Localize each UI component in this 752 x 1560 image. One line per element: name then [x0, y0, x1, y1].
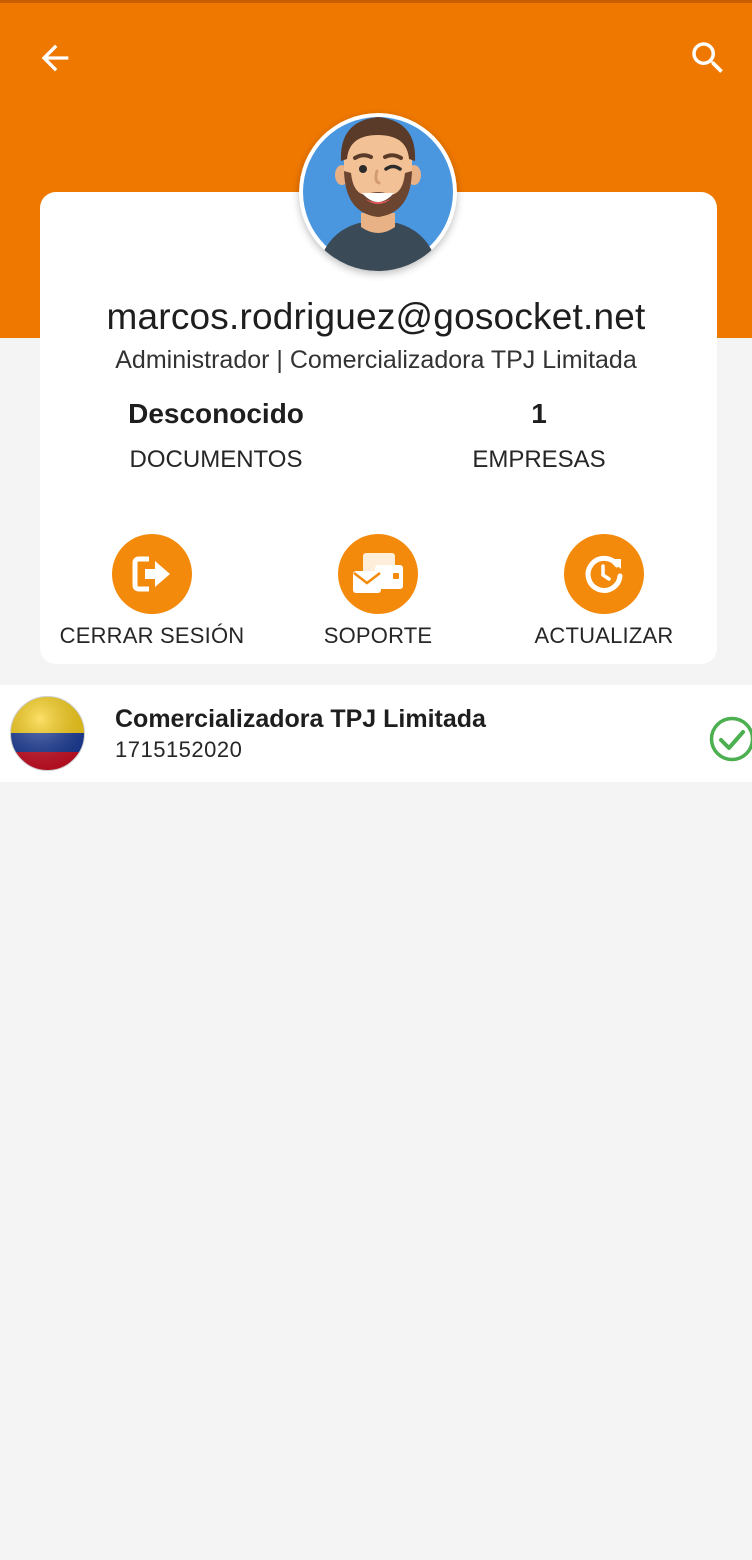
- avatar[interactable]: [299, 113, 457, 271]
- refresh-button[interactable]: ACTUALIZAR: [494, 534, 714, 654]
- support-mail-icon: [353, 553, 403, 593]
- refresh-clock-icon: [585, 555, 623, 593]
- support-label: SOPORTE: [323, 623, 433, 648]
- refresh-circle[interactable]: [564, 534, 644, 614]
- company-id: 1715152020: [115, 737, 243, 762]
- companies-count: 1: [531, 398, 547, 429]
- logout-icon: [132, 556, 170, 592]
- support-button[interactable]: SOPORTE: [268, 534, 488, 654]
- search-button[interactable]: [680, 30, 736, 86]
- search-icon: [692, 42, 723, 73]
- colombia-flag-icon: [10, 696, 85, 771]
- profile-screen: marcos.rodriguez@gosocket.net Administra…: [0, 0, 752, 1560]
- company-list-item[interactable]: Comercializadora TPJ Limitada 1715152020: [0, 685, 752, 782]
- company-name: Comercializadora TPJ Limitada: [115, 705, 486, 733]
- documents-count: Desconocido: [128, 398, 304, 429]
- check-circle-icon: [709, 716, 752, 762]
- user-role: Administrador | Comercializadora TPJ Lim…: [115, 346, 637, 374]
- logout-label: CERRAR SESIÓN: [59, 623, 245, 648]
- logout-button[interactable]: CERRAR SESIÓN: [42, 534, 262, 654]
- arrow-back-icon: [41, 44, 69, 72]
- back-button[interactable]: [27, 30, 83, 86]
- refresh-label: ACTUALIZAR: [534, 623, 674, 648]
- user-email: marcos.rodriguez@gosocket.net: [106, 296, 646, 337]
- user-avatar-icon: [299, 113, 457, 271]
- logout-circle[interactable]: [112, 534, 192, 614]
- documents-label: DOCUMENTOS: [129, 446, 303, 473]
- support-circle[interactable]: [338, 534, 418, 614]
- companies-label: EMPRESAS: [472, 446, 606, 473]
